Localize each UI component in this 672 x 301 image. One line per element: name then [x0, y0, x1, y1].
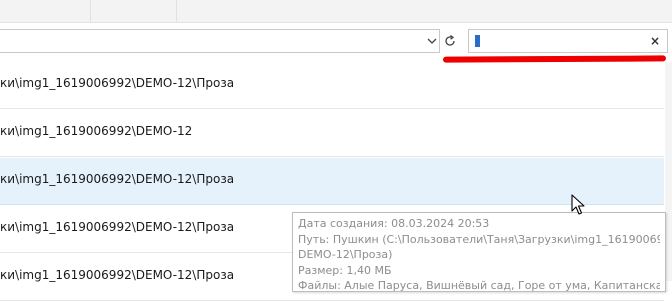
list-item-path: ки\img1_1619006992\DEMO-12: [0, 124, 193, 138]
list-item-selected[interactable]: ки\img1_1619006992\DEMO-12\Проза: [0, 158, 664, 205]
toolbar-strip: [0, 0, 672, 23]
tooltip-path-continued: DEMO-12\Проза): [298, 248, 393, 261]
address-bar[interactable]: [0, 29, 440, 53]
scrollbar[interactable]: [665, 62, 672, 281]
list-item[interactable]: ки\img1_1619006992\DEMO-12\Проза: [0, 62, 664, 109]
list-item-path: ки\img1_1619006992\DEMO-12\Проза: [0, 220, 235, 234]
chevron-down-icon[interactable]: [424, 33, 440, 49]
toolbar-divider: [176, 0, 177, 22]
close-icon[interactable]: ×: [647, 32, 663, 50]
search-input[interactable]: ×: [468, 29, 668, 53]
toolbar-divider: [90, 0, 91, 22]
item-tooltip: Дата создания: 08.03.2024 20:53 Путь: Пу…: [292, 212, 666, 292]
tooltip-path: Путь: Пушкин (C:\Пользователи\Таня\Загру…: [298, 232, 660, 246]
tooltip-files: Файлы: Алые Паруса, Вишнёвый сад, Горе о…: [298, 279, 660, 292]
list-item-path: ки\img1_1619006992\DEMO-12\Проза: [0, 268, 235, 282]
list-item[interactable]: ки\img1_1619006992\DEMO-12: [0, 110, 664, 157]
tooltip-size: Размер: 1,40 МБ: [298, 263, 392, 277]
mouse-pointer-icon: [571, 194, 585, 215]
refresh-icon[interactable]: [441, 32, 459, 50]
list-item-path: ки\img1_1619006992\DEMO-12\Проза: [0, 172, 235, 186]
tooltip-created: Дата создания: 08.03.2024 20:53: [298, 217, 490, 230]
list-item-path: ки\img1_1619006992\DEMO-12\Проза: [0, 76, 235, 90]
search-text-cursor: [475, 35, 480, 47]
